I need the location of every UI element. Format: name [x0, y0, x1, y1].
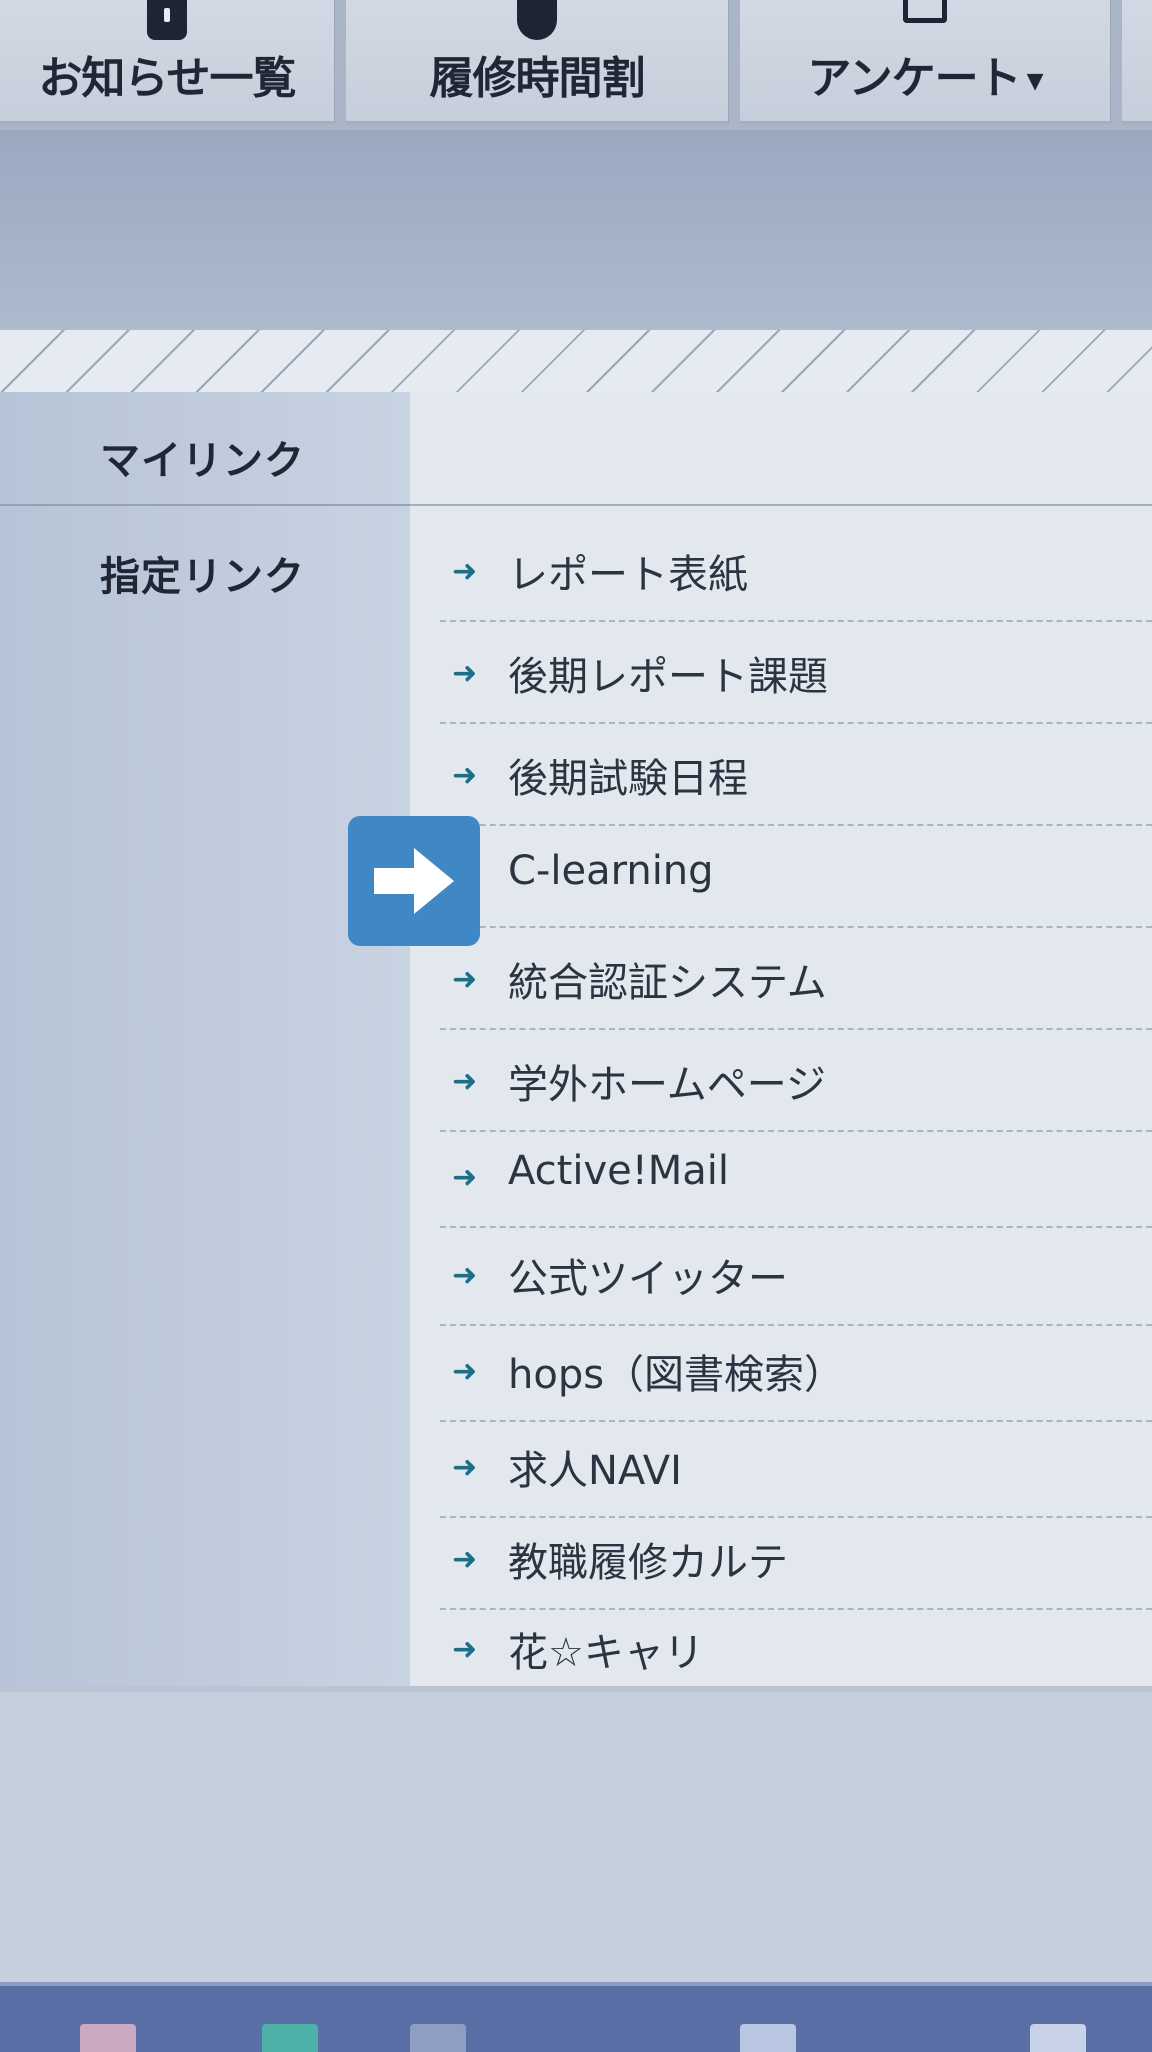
nav-timetable-label: 履修時間割 — [429, 53, 646, 104]
link-c-learning[interactable]: ➜ C-learning — [440, 824, 1152, 928]
clock-icon — [517, 0, 557, 40]
link-report-cover[interactable]: ➜ レポート表紙 — [440, 518, 1152, 622]
link-label: レポート表紙 — [508, 552, 748, 598]
mylink-header-cell: マイリンク — [0, 392, 410, 506]
taskbar — [0, 1982, 1152, 2052]
top-navigation: お知らせ一覧 履修時間割 アンケート ▼ — [0, 0, 1152, 130]
arrow-right-icon — [374, 848, 454, 914]
arrow-right-icon: ➜ — [452, 1354, 478, 1389]
header-band — [0, 130, 1152, 352]
designated-header-cell: 指定リンク — [0, 506, 410, 1686]
link-label: Active!Mail — [508, 1148, 730, 1194]
link-exam-schedule[interactable]: ➜ 後期試験日程 — [440, 722, 1152, 826]
link-job-navi[interactable]: ➜ 求人NAVI — [440, 1414, 1152, 1518]
link-label: 求人NAVI — [508, 1448, 682, 1494]
link-label: 教職履修カルテ — [508, 1540, 788, 1586]
link-label: C-learning — [508, 848, 714, 894]
mylink-content-cell — [410, 392, 1152, 506]
arrow-right-icon: ➜ — [452, 656, 478, 691]
arrow-right-icon: ➜ — [452, 1632, 478, 1667]
stripe-divider — [0, 330, 1152, 394]
arrow-right-icon: ➜ — [452, 1542, 478, 1577]
survey-icon — [903, 0, 947, 23]
designated-heading: 指定リンク — [100, 554, 305, 600]
arrow-right-icon: ➜ — [452, 1160, 478, 1195]
link-report-assignment[interactable]: ➜ 後期レポート課題 — [440, 620, 1152, 724]
arrow-right-icon: ➜ — [452, 1450, 478, 1485]
link-external-homepage[interactable]: ➜ 学外ホームページ — [440, 1028, 1152, 1132]
link-label: 学外ホームページ — [508, 1062, 826, 1108]
arrow-right-icon: ➜ — [452, 962, 478, 997]
link-hops-library[interactable]: ➜ hops（図書検索） — [440, 1318, 1152, 1422]
arrow-right-icon: ➜ — [452, 758, 478, 793]
link-label: 後期試験日程 — [508, 756, 748, 802]
overlay-arrow-button[interactable] — [348, 816, 480, 946]
nav-survey-button[interactable]: アンケート ▼ — [740, 0, 1111, 124]
mylink-heading: マイリンク — [100, 438, 305, 484]
link-hana-career[interactable]: ➜ 花☆キャリ — [440, 1596, 1152, 1698]
caret-down-icon: ▼ — [1026, 68, 1044, 94]
nav-notices-button[interactable]: お知らせ一覧 — [0, 0, 335, 124]
link-auth-system[interactable]: ➜ 統合認証システム — [440, 926, 1152, 1030]
nav-notices-label: お知らせ一覧 — [38, 53, 296, 104]
arrow-right-icon: ➜ — [452, 554, 478, 589]
link-label: 公式ツイッター — [508, 1256, 788, 1302]
arrow-right-icon: ➜ — [452, 1258, 478, 1293]
link-label: 後期レポート課題 — [508, 654, 828, 700]
link-label: 統合認証システム — [508, 960, 827, 1006]
link-teaching-karte[interactable]: ➜ 教職履修カルテ — [440, 1506, 1152, 1610]
nav-more-button[interactable] — [1122, 0, 1152, 124]
nav-timetable-button[interactable]: 履修時間割 — [346, 0, 729, 124]
nav-survey-label: アンケート — [807, 53, 1021, 104]
info-icon — [147, 0, 187, 40]
link-official-twitter[interactable]: ➜ 公式ツイッター — [440, 1222, 1152, 1326]
arrow-right-icon: ➜ — [452, 1064, 478, 1099]
link-label: hops（図書検索） — [508, 1352, 845, 1398]
link-active-mail[interactable]: ➜ Active!Mail — [440, 1124, 1152, 1228]
page-bottom — [0, 1692, 1152, 1982]
link-label: 花☆キャリ — [508, 1630, 704, 1676]
